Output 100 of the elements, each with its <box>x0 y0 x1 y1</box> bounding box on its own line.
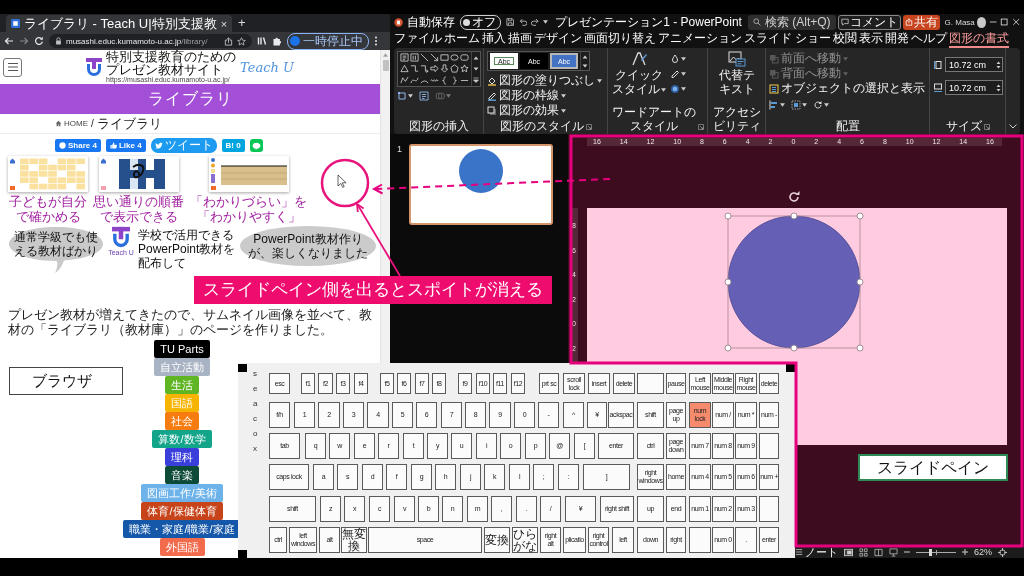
maximize-icon[interactable] <box>1000 17 1009 27</box>
freeform-icon[interactable] <box>400 75 409 85</box>
ribbon-tab[interactable]: デザイン <box>534 30 582 48</box>
home-link[interactable]: HOME <box>55 119 88 128</box>
new-tab-button[interactable]: + <box>238 15 246 31</box>
vertical-text-box-icon[interactable] <box>410 53 419 63</box>
overlapping-circles-icon[interactable] <box>435 91 445 101</box>
up-caret-icon[interactable] <box>582 53 588 60</box>
height-field[interactable]: 10.72 cm <box>945 57 1003 72</box>
droplet-icon[interactable] <box>670 53 680 64</box>
caret-icon[interactable] <box>802 103 807 107</box>
glow-icon[interactable] <box>670 83 680 94</box>
rotate-handle-icon[interactable] <box>789 191 800 202</box>
share-button[interactable]: Share 4 <box>55 139 101 152</box>
left-brace-icon[interactable] <box>440 75 449 85</box>
star-icon[interactable] <box>237 36 246 46</box>
plus-icon[interactable] <box>962 549 968 555</box>
caret-icon[interactable] <box>681 56 686 61</box>
address-bar[interactable]: musashi.educ.kumamoto-u.ac.jp/library/ <box>49 34 252 48</box>
caret-icon[interactable] <box>681 71 686 76</box>
resize-handle[interactable] <box>856 278 864 286</box>
letter-tile-drawing[interactable] <box>98 156 179 192</box>
reload-icon[interactable] <box>34 36 44 46</box>
keyboard-key[interactable] <box>759 433 779 459</box>
resize-handle[interactable] <box>724 344 732 352</box>
ribbon-tab[interactable]: スライド ショー <box>744 30 832 48</box>
minus-icon[interactable] <box>904 549 910 555</box>
category-button[interactable]: TU Parts <box>154 340 210 358</box>
resize-handle[interactable] <box>790 344 798 352</box>
quick-styles-button[interactable]: クイックスタイル <box>611 51 666 96</box>
spinner-icon[interactable] <box>996 59 1001 70</box>
width-field[interactable]: 10.72 cm <box>945 80 1003 95</box>
curve-icon[interactable] <box>410 75 419 85</box>
ruler-slide-drawing[interactable] <box>208 156 289 192</box>
tu-logo-icon[interactable] <box>86 58 103 76</box>
resize-handle[interactable] <box>724 212 732 220</box>
keyboard-key[interactable] <box>637 373 664 394</box>
text-box-icon[interactable] <box>419 91 429 101</box>
panel-view-icon[interactable] <box>844 547 853 557</box>
autosave-toggle[interactable]: オフ <box>460 14 502 30</box>
close-icon[interactable] <box>1011 17 1020 27</box>
category-button[interactable]: 理科 <box>165 448 199 466</box>
spinner-icon[interactable] <box>996 82 1001 93</box>
caret-icon[interactable] <box>681 86 686 91</box>
slide-thumbnail[interactable] <box>409 144 553 225</box>
keyboard-key[interactable]: 変換 <box>484 527 510 553</box>
caret-icon[interactable] <box>582 62 588 69</box>
align-bars-icon[interactable] <box>769 100 779 110</box>
keyboard-key[interactable] <box>759 496 779 522</box>
notes-button[interactable]: ノート <box>795 546 838 558</box>
node-shape-icon[interactable] <box>397 91 407 101</box>
text-box-icon[interactable] <box>400 53 409 63</box>
ribbon-tab[interactable]: 表示 <box>859 30 884 48</box>
caret-icon[interactable] <box>473 66 479 72</box>
triangle-icon[interactable] <box>400 64 409 74</box>
diagonal-line-icon[interactable] <box>420 53 429 63</box>
forward-icon[interactable] <box>19 36 29 46</box>
line-arrow-icon[interactable] <box>430 53 439 63</box>
up-caret-icon[interactable] <box>473 54 479 61</box>
save-icon[interactable] <box>506 17 515 27</box>
elbow-arrow-icon[interactable] <box>420 64 429 74</box>
ribbon-tab[interactable]: 校閲 <box>833 30 858 48</box>
pentagon-icon[interactable] <box>450 64 459 74</box>
back-icon[interactable] <box>4 36 14 46</box>
bars-icon[interactable] <box>257 36 267 46</box>
ribbon-tab[interactable]: 開発 <box>885 30 910 48</box>
category-button[interactable]: 体育/保健体育 <box>141 502 223 520</box>
ribbon-tab[interactable]: 描画 <box>508 30 532 48</box>
caret-icon[interactable] <box>1009 124 1017 129</box>
redo-icon[interactable] <box>530 17 540 27</box>
down-arrow-icon[interactable] <box>440 64 449 74</box>
ribbon-tab[interactable]: ヘルプ <box>911 30 948 48</box>
resize-handle[interactable] <box>856 212 864 220</box>
keyboard-key[interactable]: 無変換 <box>341 527 367 553</box>
book-view-icon[interactable] <box>874 547 883 557</box>
tab-close-button[interactable]: × <box>220 17 228 30</box>
grid-view-icon[interactable] <box>859 547 868 557</box>
right-brace-icon[interactable] <box>450 75 459 85</box>
menu-button[interactable] <box>3 57 22 77</box>
pencil-icon[interactable] <box>670 68 680 79</box>
corner-arrow-icon[interactable] <box>698 124 704 130</box>
share-button[interactable]: 共有 <box>902 14 940 30</box>
corner-arrow-icon[interactable] <box>983 124 990 130</box>
ribbon-tab[interactable]: 挿入 <box>482 30 506 48</box>
caret-icon[interactable] <box>408 94 413 98</box>
search-field[interactable]: 検索 (Alt+Q) <box>747 14 836 30</box>
crosshair-icon[interactable] <box>998 547 1007 557</box>
like-button[interactable]: Like 4 <box>105 139 146 152</box>
resize-handle[interactable] <box>856 344 864 352</box>
caret-icon[interactable] <box>780 103 785 107</box>
selection-pane-button[interactable]: オブジェクトの選択と表示 <box>769 81 925 96</box>
slider-thumb[interactable] <box>928 548 932 556</box>
right-arrow-icon[interactable] <box>430 64 439 74</box>
shape-outline-button[interactable]: 図形の枠線 <box>487 88 602 103</box>
resize-handle[interactable] <box>790 212 798 220</box>
ribbon-tab[interactable]: ホーム <box>444 30 480 48</box>
profile-chip[interactable]: 一時停止中 <box>287 32 369 50</box>
corner-arrow-icon[interactable] <box>585 124 592 130</box>
shape-fill-button[interactable]: 図形の塗りつぶし <box>487 73 602 88</box>
kebab-menu-icon[interactable] <box>374 36 378 46</box>
